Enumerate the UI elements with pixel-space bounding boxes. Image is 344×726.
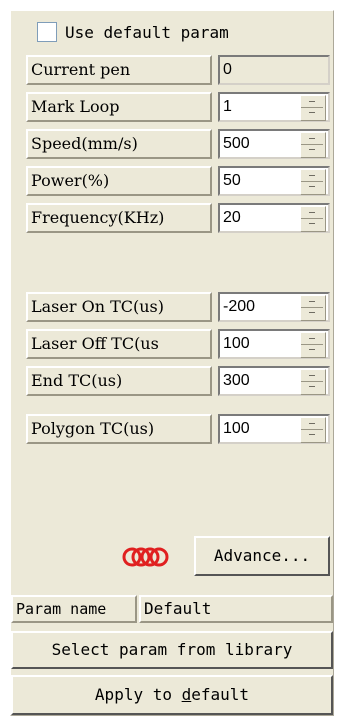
param-name-label: Param name	[11, 595, 137, 623]
frequency-value: 20	[223, 209, 241, 226]
use-default-label: Use default param	[65, 23, 229, 42]
laser-off-tc-label: Laser Off TC(us	[26, 329, 212, 359]
current-pen-label: Current pen	[26, 55, 212, 85]
laser-off-tc-input[interactable]: 100	[218, 329, 330, 359]
mark-loop-input[interactable]: 1	[218, 92, 330, 122]
current-pen-field: 0	[218, 55, 330, 85]
apply-label-mnemonic: d	[181, 685, 192, 704]
speed-spinner[interactable]	[300, 132, 326, 158]
power-label: Power(%)	[26, 166, 212, 196]
frequency-label: Frequency(KHz)	[26, 203, 212, 233]
power-spinner[interactable]	[300, 169, 326, 195]
frequency-spinner[interactable]	[300, 206, 326, 232]
power-value: 50	[223, 172, 241, 189]
polygon-tc-label: Polygon TC(us)	[26, 414, 212, 444]
mark-loop-label: Mark Loop	[26, 92, 212, 122]
red-rings-icon[interactable]	[122, 543, 170, 571]
mark-loop-spinner[interactable]	[300, 95, 326, 121]
polygon-tc-value: 100	[223, 420, 250, 437]
param-name-value: Default	[139, 595, 333, 623]
spin-down-icon[interactable]	[301, 344, 323, 355]
mark-parameter-panel: Use default param Current pen 0 Mark Loo…	[10, 10, 334, 716]
power-input[interactable]: 50	[218, 166, 330, 196]
speed-label: Speed(mm/s)	[26, 129, 212, 159]
laser-on-tc-value: -200	[223, 298, 256, 315]
polygon-tc-input[interactable]: 100	[218, 414, 330, 444]
polygon-tc-spinner[interactable]	[300, 417, 326, 443]
laser-on-tc-spinner[interactable]	[300, 295, 326, 321]
spin-down-icon[interactable]	[301, 429, 323, 440]
spin-down-icon[interactable]	[301, 181, 323, 192]
use-default-checkbox[interactable]	[37, 22, 57, 42]
laser-on-tc-label: Laser On TC(us)	[26, 292, 212, 322]
frequency-input[interactable]: 20	[218, 203, 330, 233]
select-param-from-library-button[interactable]: Select param from library	[11, 631, 333, 669]
apply-label-end: efault	[191, 685, 250, 704]
spin-down-icon[interactable]	[301, 107, 323, 118]
end-tc-value: 300	[223, 372, 250, 389]
advance-button[interactable]: Advance...	[194, 536, 330, 576]
laser-off-tc-value: 100	[223, 335, 250, 352]
speed-input[interactable]: 500	[218, 129, 330, 159]
mark-loop-value: 1	[223, 98, 232, 115]
spin-down-icon[interactable]	[301, 381, 323, 392]
current-pen-value: 0	[223, 61, 232, 78]
apply-label-start: Apply to	[94, 685, 182, 704]
end-tc-spinner[interactable]	[300, 369, 326, 395]
spin-down-icon[interactable]	[301, 307, 323, 318]
end-tc-label: End TC(us)	[26, 366, 212, 396]
laser-on-tc-input[interactable]: -200	[218, 292, 330, 322]
spin-down-icon[interactable]	[301, 218, 323, 229]
apply-to-default-button[interactable]: Apply to default	[11, 675, 333, 715]
laser-off-tc-spinner[interactable]	[300, 332, 326, 358]
end-tc-input[interactable]: 300	[218, 366, 330, 396]
spin-down-icon[interactable]	[301, 144, 323, 155]
speed-value: 500	[223, 135, 250, 152]
